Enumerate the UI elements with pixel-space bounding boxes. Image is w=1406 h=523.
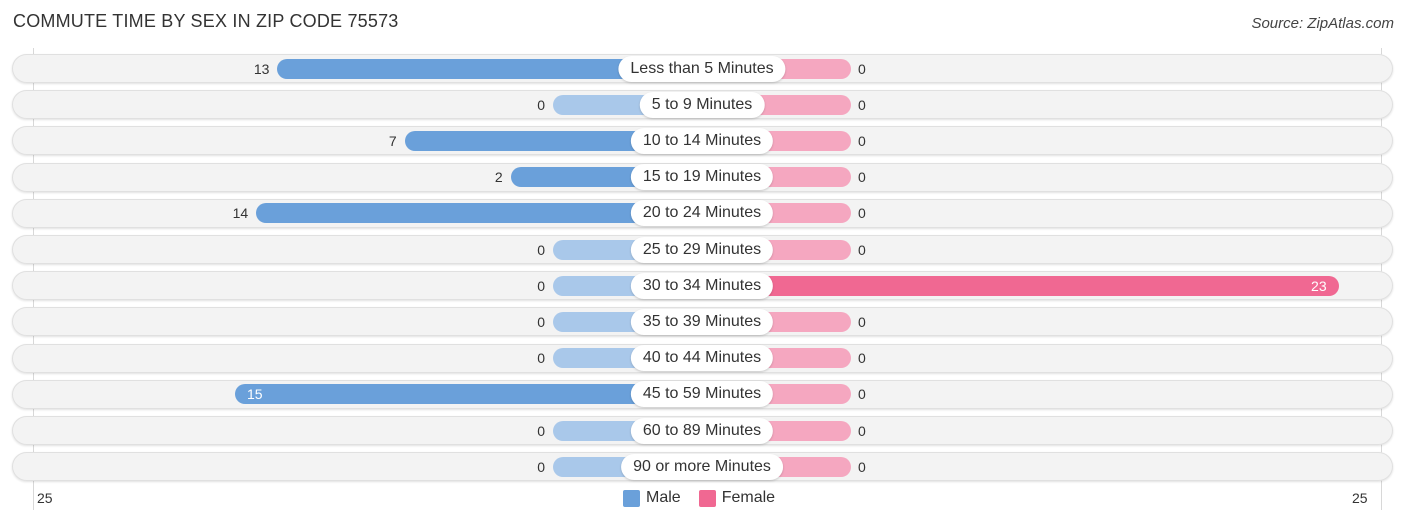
value-label-female: 0 [858,205,866,222]
chart-title: COMMUTE TIME BY SEX IN ZIP CODE 75573 [13,11,399,31]
value-label-male: 13 [253,60,270,77]
value-label-male: 0 [537,277,545,294]
value-label-female: 0 [858,458,866,475]
legend-label-female: Female [721,489,776,506]
value-label-male: 2 [494,169,503,186]
category-label: 15 to 19 Minutes [630,164,774,191]
legend-label-male: Male [646,489,681,506]
value-label-male: 0 [537,350,545,367]
legend-swatch-male [623,489,640,507]
source-label: Source: ZipAtlas.com [1251,15,1394,32]
legend-swatch-female [698,489,716,507]
category-label: Less than 5 Minutes [618,55,786,82]
value-label-male: 0 [537,313,545,330]
value-label-female: 0 [858,60,866,77]
value-label-male: 0 [537,422,545,439]
category-label: 10 to 14 Minutes [630,127,774,154]
value-label-female: 0 [858,169,866,186]
category-label: 5 to 9 Minutes [639,91,765,118]
category-label: 25 to 29 Minutes [630,236,774,263]
legend-item-male[interactable]: Male [623,489,681,507]
category-label: 40 to 44 Minutes [630,345,774,372]
value-label-male: 15 [247,386,263,403]
value-label-male: 0 [537,96,545,113]
value-label-female: 0 [858,422,866,439]
legend-item-female[interactable]: Female [698,489,776,507]
category-label: 90 or more Minutes [621,453,783,480]
value-label-male: 0 [537,241,545,258]
category-label: 45 to 59 Minutes [630,381,774,408]
value-label-female: 0 [858,132,866,149]
axis-tick-left: 25 [37,490,53,506]
value-label-female: 0 [858,313,866,330]
value-label-male: 0 [537,458,545,475]
category-label: 20 to 24 Minutes [630,200,774,227]
value-label-female: 0 [858,241,866,258]
category-label: 30 to 34 Minutes [630,272,774,299]
value-label-female: 0 [858,96,866,113]
category-label: 60 to 89 Minutes [630,417,774,444]
value-label-male: 7 [388,132,397,149]
category-label: 35 to 39 Minutes [630,308,774,335]
value-label-male: 14 [232,205,249,222]
value-label-female: 0 [858,350,866,367]
bar-female[interactable] [702,275,1339,296]
legend: Male Female [623,489,793,507]
axis-tick-right: 25 [1352,490,1368,506]
value-label-female: 23 [1311,277,1327,294]
value-label-female: 0 [858,386,866,403]
